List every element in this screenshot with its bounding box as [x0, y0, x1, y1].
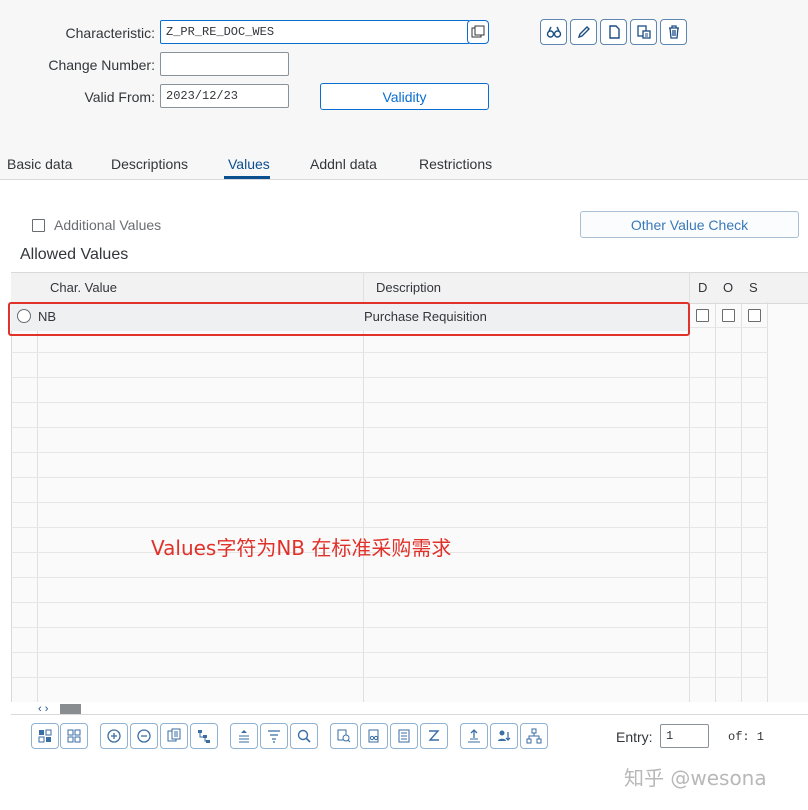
horizontal-scrollbar-thumb[interactable]	[60, 704, 81, 714]
of-count-label: of: 1	[728, 730, 765, 744]
col-header-description[interactable]: Description	[376, 280, 441, 295]
row-highlight-box	[8, 302, 690, 336]
copy-row-button[interactable]	[160, 723, 188, 749]
create-button[interactable]	[600, 19, 627, 45]
filter-lines-icon	[268, 730, 280, 743]
display-button[interactable]	[540, 19, 567, 45]
tab-descriptions[interactable]: Descriptions	[111, 156, 188, 172]
additional-values-checkbox[interactable]	[32, 219, 45, 232]
tab-addnl-data[interactable]: Addnl data	[310, 156, 377, 172]
row-divider	[11, 352, 768, 353]
allowed-values-title: Allowed Values	[20, 246, 129, 263]
validity-button[interactable]: Validity	[320, 83, 489, 110]
find-button[interactable]	[290, 723, 318, 749]
filter-button[interactable]	[260, 723, 288, 749]
row-divider	[11, 527, 768, 528]
valid-from-field[interactable]: 2023/12/23	[160, 84, 289, 108]
sort-ascending-button[interactable]	[230, 723, 258, 749]
watermark: 知乎 @wesona	[624, 766, 767, 790]
insert-row-button[interactable]	[100, 723, 128, 749]
row-divider	[11, 627, 768, 628]
display-details-button[interactable]	[360, 723, 388, 749]
find-next-button[interactable]	[330, 723, 358, 749]
entry-label: Entry:	[616, 729, 653, 745]
deselect-all-button[interactable]	[60, 723, 88, 749]
row-divider	[11, 452, 768, 453]
edit-button[interactable]	[570, 19, 597, 45]
tab-values[interactable]: Values	[228, 156, 270, 172]
display-document-icon	[368, 729, 379, 743]
col-divider	[689, 272, 690, 702]
trash-icon	[668, 25, 679, 39]
row-divider	[11, 377, 768, 378]
col-header-o[interactable]: O	[723, 280, 733, 295]
structure-icon	[526, 728, 542, 744]
other-value-check-button[interactable]: Other Value Check	[580, 211, 799, 238]
sort-z-button[interactable]	[420, 723, 448, 749]
value-help-icon	[471, 25, 485, 38]
row-divider	[11, 402, 768, 403]
row-divider	[11, 677, 768, 678]
col-header-d[interactable]: D	[698, 280, 707, 295]
annotation-text: Values字符为NB 在标准采购需求	[151, 536, 452, 560]
tab-basic-data[interactable]: Basic data	[7, 156, 72, 172]
move-down-button[interactable]	[490, 723, 518, 749]
details-button[interactable]	[390, 723, 418, 749]
tab-restrictions[interactable]: Restrictions	[419, 156, 492, 172]
hierarchy-icon	[198, 730, 210, 743]
row-divider	[11, 602, 768, 603]
entry-field[interactable]: 1	[660, 724, 709, 748]
row-divider	[11, 652, 768, 653]
delete-button[interactable]	[660, 19, 687, 45]
copy-button[interactable]	[630, 19, 657, 45]
display-glasses-icon	[546, 26, 561, 38]
change-number-field[interactable]	[160, 52, 289, 76]
characteristic-field[interactable]: Z_PR_RE_DOC_WES	[160, 20, 470, 44]
sort-ascending-icon	[239, 730, 249, 743]
col-header-s[interactable]: S	[749, 280, 758, 295]
cell-o-checkbox[interactable]	[722, 309, 735, 322]
search-document-icon	[337, 729, 351, 743]
col-divider	[363, 272, 364, 702]
row-divider	[11, 427, 768, 428]
document-lines-icon	[398, 729, 410, 743]
value-help-button[interactable]	[467, 20, 489, 44]
sort-z-icon	[428, 730, 440, 741]
select-all-button[interactable]	[31, 723, 59, 749]
change-number-label: Change Number:	[48, 57, 155, 73]
additional-values-label: Additional Values	[54, 217, 162, 233]
grid-bottom-border	[11, 714, 808, 715]
cell-d-checkbox[interactable]	[696, 309, 709, 322]
structure-button[interactable]	[520, 723, 548, 749]
copy-document-icon	[636, 25, 651, 39]
pencil-icon	[577, 26, 590, 39]
row-divider	[11, 577, 768, 578]
select-all-icon	[38, 729, 52, 743]
document-icon	[608, 25, 620, 39]
row-divider	[11, 502, 768, 503]
cell-s-checkbox[interactable]	[748, 309, 761, 322]
deselect-all-icon	[67, 729, 81, 743]
move-up-button[interactable]	[460, 723, 488, 749]
plus-circle-icon	[107, 729, 121, 743]
delete-row-button[interactable]	[130, 723, 158, 749]
hierarchy-button[interactable]	[190, 723, 218, 749]
tree-up-icon	[468, 729, 480, 743]
tree-down-icon	[498, 730, 511, 741]
minus-circle-icon	[137, 729, 151, 743]
col-header-char-value[interactable]: Char. Value	[50, 280, 117, 295]
characteristic-label: Characteristic:	[65, 25, 155, 41]
valid-from-label: Valid From:	[84, 89, 155, 105]
search-icon	[297, 729, 311, 743]
row-divider	[11, 477, 768, 478]
copy-rows-icon	[167, 728, 181, 742]
